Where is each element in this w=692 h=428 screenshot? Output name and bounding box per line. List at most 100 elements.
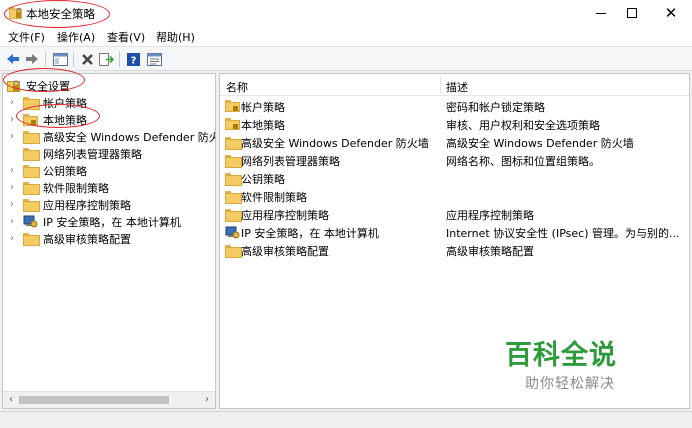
tree-item-firewall[interactable]: › 高级安全 Windows Defender 防火墙 bbox=[7, 128, 216, 145]
row-name: 高级审核策略配置 bbox=[241, 245, 329, 258]
properties-icon bbox=[146, 52, 162, 66]
properties-button[interactable] bbox=[145, 51, 163, 67]
column-header-description[interactable]: 描述 bbox=[446, 79, 468, 95]
tree-item-label: 公钥策略 bbox=[43, 164, 87, 178]
expand-chevron-icon[interactable]: › bbox=[7, 199, 17, 210]
show-hide-tree-button[interactable] bbox=[51, 51, 69, 67]
menu-bar: 文件(F) 操作(A) 查看(V) 帮助(H) bbox=[0, 26, 692, 46]
watermark-logo: 百科全说 助你轻松解决 bbox=[505, 333, 655, 392]
tree-item-app-control[interactable]: › 应用程序控制策略 bbox=[7, 196, 131, 213]
folder-icon bbox=[23, 233, 40, 246]
list-row[interactable]: 高级审核策略配置 高级审核策略配置 bbox=[220, 241, 689, 259]
row-name: 本地策略 bbox=[241, 119, 285, 132]
tree-root-label: 安全设置 bbox=[26, 79, 70, 93]
folder-icon bbox=[225, 191, 242, 204]
tree-item-local-policy[interactable]: › 本地策略 bbox=[7, 111, 87, 128]
tree-item-advanced-audit[interactable]: › 高级审核策略配置 bbox=[7, 230, 131, 247]
expand-chevron-icon[interactable]: › bbox=[7, 182, 17, 193]
menu-action[interactable]: 操作(A) bbox=[57, 29, 95, 45]
row-name: 帐户策略 bbox=[241, 101, 285, 114]
close-icon: ✕ bbox=[664, 3, 678, 22]
scroll-right-icon[interactable]: › bbox=[201, 394, 213, 406]
delete-icon bbox=[81, 53, 93, 65]
list-row[interactable]: 高级安全 Windows Defender 防火墙 高级安全 Windows D… bbox=[220, 133, 689, 151]
row-description: 应用程序控制策略 bbox=[446, 209, 534, 222]
menu-help[interactable]: 帮助(H) bbox=[156, 29, 195, 45]
expand-chevron-icon[interactable]: › bbox=[7, 114, 17, 125]
status-bar bbox=[0, 411, 692, 428]
maximize-button[interactable] bbox=[615, 0, 649, 26]
expand-chevron-icon[interactable]: › bbox=[7, 216, 17, 227]
list-header: 名称 描述 bbox=[220, 74, 689, 96]
tree-item-label: 软件限制策略 bbox=[43, 181, 109, 195]
menu-view[interactable]: 查看(V) bbox=[107, 29, 145, 45]
help-icon: ? bbox=[126, 52, 140, 66]
lock-folder-icon bbox=[225, 118, 240, 130]
folder-icon bbox=[23, 199, 40, 212]
folder-icon bbox=[23, 182, 40, 195]
expand-chevron-icon[interactable]: › bbox=[7, 165, 17, 176]
watermark-slogan: 助你轻松解决 bbox=[525, 376, 615, 392]
folder-icon bbox=[225, 245, 242, 258]
folder-icon bbox=[225, 137, 242, 150]
expand-chevron-icon[interactable]: › bbox=[7, 233, 17, 244]
row-name: 软件限制策略 bbox=[241, 191, 307, 204]
list-row[interactable]: 公钥策略 bbox=[220, 169, 689, 187]
toolbar-separator bbox=[45, 51, 46, 67]
row-name: 公钥策略 bbox=[241, 173, 285, 186]
scroll-left-icon[interactable]: ‹ bbox=[5, 394, 17, 406]
forward-button[interactable] bbox=[23, 51, 41, 67]
tree-item-network-list[interactable]: 网络列表管理器策略 bbox=[7, 145, 142, 162]
list-row[interactable]: 网络列表管理器策略 网络名称、图标和位置组策略。 bbox=[220, 151, 689, 169]
folder-icon bbox=[23, 148, 40, 161]
list-row[interactable]: IP 安全策略，在 本地计算机 Internet 协议安全性 (IPsec) 管… bbox=[220, 223, 689, 241]
local-security-policy-icon bbox=[9, 7, 22, 19]
column-divider[interactable] bbox=[440, 76, 441, 94]
folder-icon bbox=[23, 131, 40, 144]
list-row[interactable]: 帐户策略 密码和帐户锁定策略 bbox=[220, 97, 689, 115]
tree-item-account-policy[interactable]: › 帐户策略 bbox=[7, 94, 87, 111]
help-button[interactable]: ? bbox=[124, 51, 142, 67]
folder-icon bbox=[225, 155, 242, 168]
scroll-thumb[interactable] bbox=[19, 396, 169, 404]
expand-chevron-icon[interactable]: › bbox=[7, 131, 17, 142]
tree-item-public-key[interactable]: › 公钥策略 bbox=[7, 162, 87, 179]
show-hide-tree-icon bbox=[52, 52, 68, 66]
title-bar: 本地安全策略 ✕ bbox=[0, 0, 692, 26]
ip-security-icon bbox=[23, 215, 38, 228]
folder-icon bbox=[23, 97, 40, 110]
row-name: IP 安全策略，在 本地计算机 bbox=[241, 227, 379, 240]
maximize-icon bbox=[627, 8, 637, 18]
watermark-brand: 百科全说 bbox=[505, 340, 617, 371]
security-settings-icon bbox=[7, 80, 20, 92]
export-list-button[interactable] bbox=[97, 51, 115, 67]
tree-item-label: 高级安全 Windows Defender 防火墙 bbox=[43, 130, 216, 144]
back-button[interactable] bbox=[4, 51, 22, 67]
folder-icon bbox=[225, 173, 242, 186]
list-row[interactable]: 软件限制策略 bbox=[220, 187, 689, 205]
tree-item-ip-security[interactable]: › IP 安全策略，在 本地计算机 bbox=[7, 213, 181, 230]
folder-icon bbox=[23, 165, 40, 178]
export-list-icon bbox=[98, 52, 114, 66]
close-button[interactable]: ✕ bbox=[654, 0, 688, 26]
lock-folder-icon bbox=[225, 100, 240, 112]
menu-file[interactable]: 文件(F) bbox=[8, 29, 45, 45]
tree-horizontal-scrollbar[interactable]: ‹ › bbox=[3, 391, 215, 408]
tree-item-label: 应用程序控制策略 bbox=[43, 198, 131, 212]
row-description: 审核、用户权利和安全选项策略 bbox=[446, 119, 600, 132]
expand-chevron-icon[interactable]: › bbox=[7, 97, 17, 108]
toolbar: ? bbox=[0, 46, 692, 71]
minimize-button[interactable] bbox=[584, 0, 618, 26]
tree-item-label: 网络列表管理器策略 bbox=[43, 147, 142, 161]
list-row[interactable]: 本地策略 审核、用户权利和安全选项策略 bbox=[220, 115, 689, 133]
minimize-icon bbox=[596, 12, 606, 14]
delete-button[interactable] bbox=[78, 51, 96, 67]
tree-item-software-restriction[interactable]: › 软件限制策略 bbox=[7, 179, 109, 196]
ip-security-icon bbox=[225, 226, 240, 239]
row-name: 网络列表管理器策略 bbox=[241, 155, 340, 168]
row-description: 高级安全 Windows Defender 防火墙 bbox=[446, 137, 634, 150]
list-row[interactable]: 应用程序控制策略 应用程序控制策略 bbox=[220, 205, 689, 223]
column-header-name[interactable]: 名称 bbox=[226, 79, 248, 95]
tree-root[interactable]: 安全设置 bbox=[7, 77, 70, 94]
back-icon bbox=[7, 54, 19, 64]
